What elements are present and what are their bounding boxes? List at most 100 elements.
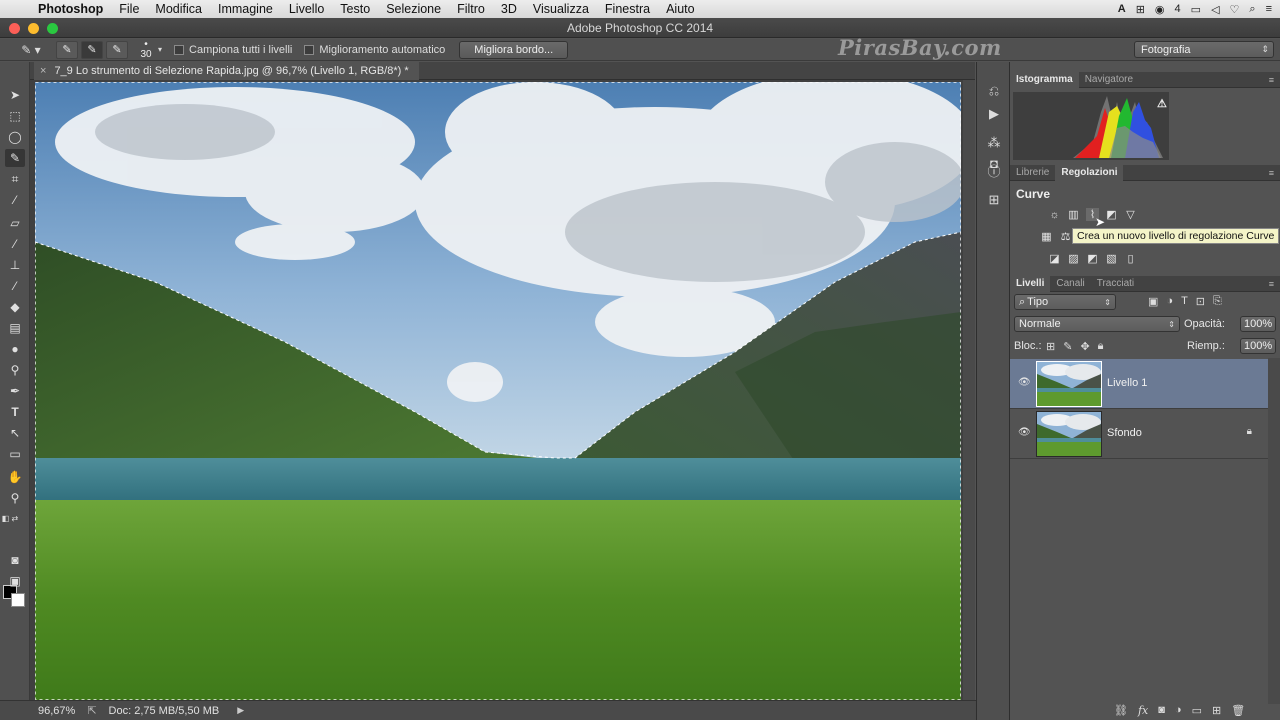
dodge-tool-icon[interactable]: ⚲	[5, 361, 25, 379]
status-menu-arrow-icon[interactable]: ▶	[237, 705, 244, 716]
properties-icon[interactable]: ⊞	[984, 191, 1004, 209]
wifi-icon[interactable]: ♡	[1230, 3, 1240, 16]
menu-finestra[interactable]: Finestra	[597, 2, 658, 16]
move-tool-icon[interactable]: ➤	[5, 86, 25, 104]
history-brush-tool-icon[interactable]: ⁄	[5, 277, 25, 295]
panel-menu-icon[interactable]: ≡	[1269, 75, 1274, 85]
hand-tool-icon[interactable]: ✋	[5, 468, 25, 486]
adobe-icon[interactable]: A	[1118, 3, 1126, 15]
filter-shape-icon[interactable]: ⊡	[1196, 295, 1205, 308]
cc-icon[interactable]: ◉	[1155, 3, 1165, 16]
menu-app[interactable]: Photoshop	[34, 2, 111, 16]
brush-presets-icon[interactable]: ⁂	[984, 134, 1004, 152]
threshold-icon[interactable]: ◩	[1086, 252, 1099, 265]
pen-tool-icon[interactable]: ✒	[5, 382, 25, 400]
lasso-tool-icon[interactable]: ◯	[5, 128, 25, 146]
new-group-icon[interactable]: ▭	[1192, 704, 1202, 717]
layer-row-livello-1[interactable]: 👁︎ Livello 1	[1010, 359, 1268, 409]
menu-file[interactable]: File	[111, 2, 147, 16]
canvas-vertical-scrollbar[interactable]	[963, 80, 975, 700]
lock-position-icon[interactable]: ✥	[1080, 340, 1089, 353]
refine-edge-button[interactable]: Migliora bordo...	[459, 40, 569, 59]
default-colors-icon[interactable]: ◧ ⇄	[0, 509, 20, 527]
posterize-icon[interactable]: ▨	[1067, 252, 1080, 265]
link-layers-icon[interactable]: ⛓	[1114, 704, 1128, 717]
screen-mode-icon[interactable]: ▣	[5, 572, 25, 590]
delete-layer-icon[interactable]: 🗑︎	[1231, 704, 1245, 717]
checkbox-box[interactable]	[304, 44, 315, 55]
levels-icon[interactable]: ▥	[1067, 208, 1080, 221]
info-icon[interactable]: ⓘ	[984, 161, 1004, 179]
layer-name[interactable]: Livello 1	[1107, 377, 1147, 389]
quick-mask-icon[interactable]: ◙	[5, 551, 25, 569]
layer-lock-icon[interactable]: 🔒︎	[1247, 426, 1252, 437]
workspace-select[interactable]: Fotografia ⇕	[1134, 41, 1274, 58]
background-color-swatch[interactable]	[11, 593, 25, 607]
menu-selezione[interactable]: Selezione	[378, 2, 449, 16]
clone-stamp-tool-icon[interactable]: ⊥	[5, 256, 25, 274]
filter-adjustment-icon[interactable]: ◑	[1166, 295, 1173, 308]
zoom-tool-icon[interactable]: ⚲	[5, 489, 25, 507]
filter-smart-object-icon[interactable]: ⎘	[1213, 295, 1222, 308]
brush-picker-arrow-icon[interactable]: ▾	[158, 45, 162, 54]
new-selection-brush-button[interactable]: ✎	[56, 40, 78, 59]
new-adjustment-layer-icon[interactable]: ◑	[1175, 704, 1182, 717]
grid-icon[interactable]: ⊞	[1136, 3, 1145, 16]
tab-tracciati[interactable]: Tracciati	[1091, 276, 1140, 292]
menu-3d[interactable]: 3D	[493, 2, 525, 16]
type-tool-icon[interactable]: T	[5, 403, 25, 421]
gradient-tool-icon[interactable]: ▤	[5, 319, 25, 337]
gradient-map-icon[interactable]: ▧	[1105, 252, 1118, 265]
exposure-icon[interactable]: ◩	[1105, 208, 1118, 221]
tab-librerie[interactable]: Librerie	[1010, 165, 1055, 181]
search-icon[interactable]: ⌕	[1249, 3, 1255, 16]
filter-type-icon[interactable]: T	[1181, 295, 1188, 308]
blur-tool-icon[interactable]: ●	[5, 340, 25, 358]
layers-scrollbar[interactable]	[1268, 358, 1280, 704]
new-layer-icon[interactable]: ⊞	[1212, 704, 1221, 717]
color-balance-icon[interactable]: ⚖	[1059, 230, 1072, 243]
history-icon[interactable]: ⎌	[984, 82, 1004, 100]
layer-style-icon[interactable]: fx	[1138, 704, 1148, 717]
menu-testo[interactable]: Testo	[332, 2, 378, 16]
cast-icon[interactable]: ▭	[1191, 3, 1201, 16]
layer-row-sfondo[interactable]: 👁︎ Sfondo 🔒︎	[1010, 409, 1268, 459]
canvas-area[interactable]	[30, 80, 975, 700]
document-canvas-image[interactable]	[35, 82, 961, 700]
layer-filter-select[interactable]: ⌕ Tipo ⇕	[1014, 294, 1116, 310]
rectangle-tool-icon[interactable]: ▭	[5, 445, 25, 463]
zoom-level[interactable]: 96,67%	[38, 705, 75, 717]
lock-pixels-icon[interactable]: ✎	[1063, 340, 1072, 353]
healing-brush-tool-icon[interactable]: ▱	[5, 214, 25, 232]
fill-field[interactable]: 100%	[1240, 338, 1276, 354]
menu-modifica[interactable]: Modifica	[147, 2, 210, 16]
quick-selection-tool-icon[interactable]: ✎	[5, 149, 25, 167]
share-icon[interactable]: ⇱	[87, 704, 96, 717]
tab-livelli[interactable]: Livelli	[1010, 275, 1051, 292]
brush-tool-icon[interactable]: ⁄	[5, 235, 25, 253]
blend-mode-select[interactable]: Normale ⇕	[1014, 316, 1180, 332]
opacity-field[interactable]: 100%	[1240, 316, 1276, 332]
filter-pixel-icon[interactable]: ▣	[1148, 295, 1158, 308]
visibility-eye-icon[interactable]: 👁︎	[1018, 427, 1031, 438]
actions-icon[interactable]: ▶	[984, 105, 1004, 123]
hue-saturation-icon[interactable]: ▦	[1040, 230, 1053, 243]
visibility-eye-icon[interactable]: 👁︎	[1018, 377, 1031, 388]
lock-all-icon[interactable]: 🔒︎	[1098, 340, 1104, 353]
brush-size-picker[interactable]: • 30	[134, 39, 158, 60]
add-mask-icon[interactable]: ◙	[1158, 704, 1165, 717]
brightness-contrast-icon[interactable]: ☼	[1048, 208, 1061, 221]
tab-regolazioni[interactable]: Regolazioni	[1055, 164, 1124, 181]
tab-canali[interactable]: Canali	[1050, 276, 1090, 292]
subtract-selection-brush-button[interactable]: ✎	[106, 40, 128, 59]
eyedropper-tool-icon[interactable]: ⁄	[5, 191, 25, 209]
volume-icon[interactable]: ◁	[1211, 3, 1219, 16]
selective-color-icon[interactable]: ▯	[1124, 252, 1137, 265]
document-tab[interactable]: × 7_9 Lo strumento di Selezione Rapida.j…	[34, 62, 419, 80]
menu-livello[interactable]: Livello	[281, 2, 332, 16]
tab-istogramma[interactable]: Istogramma	[1010, 71, 1079, 88]
list-icon[interactable]: ≡	[1266, 3, 1272, 15]
checkbox-box[interactable]	[174, 44, 185, 55]
menu-visualizza[interactable]: Visualizza	[525, 2, 597, 16]
tab-navigatore[interactable]: Navigatore	[1079, 72, 1139, 88]
